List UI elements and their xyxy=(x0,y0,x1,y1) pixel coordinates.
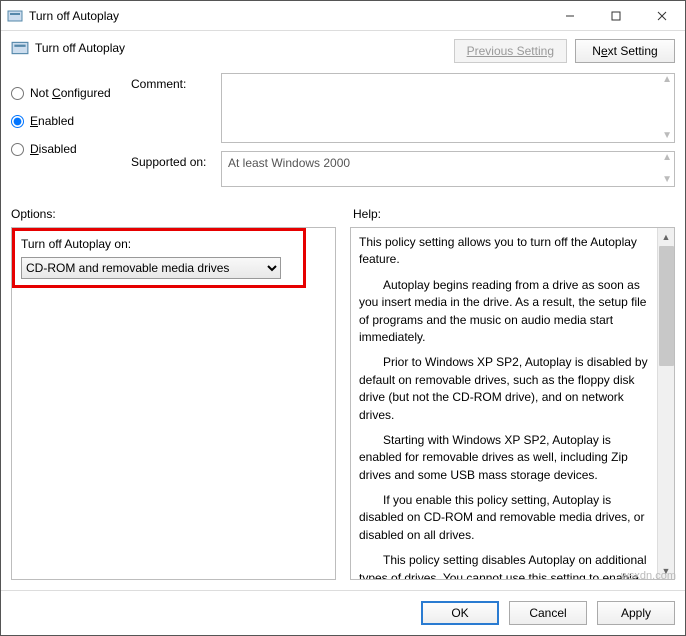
help-paragraph: Prior to Windows XP SP2, Autoplay is dis… xyxy=(359,354,649,424)
options-highlight: Turn off Autoplay on: CD-ROM and removab… xyxy=(12,228,306,288)
previous-setting-button: Previous Setting xyxy=(454,39,567,63)
autoplay-target-select[interactable]: CD-ROM and removable media drives xyxy=(21,257,281,279)
apply-button[interactable]: Apply xyxy=(597,601,675,625)
help-text: This policy setting allows you to turn o… xyxy=(351,228,657,579)
next-setting-button[interactable]: Next Setting xyxy=(575,39,675,63)
comment-label: Comment: xyxy=(131,73,221,143)
radio-disabled-label: Disabled xyxy=(30,142,77,156)
maximize-icon xyxy=(611,11,621,21)
titlebar: Turn off Autoplay xyxy=(1,1,685,31)
radio-not-configured-input[interactable] xyxy=(11,87,24,100)
radio-disabled[interactable]: Disabled xyxy=(11,135,131,163)
help-paragraph: This policy setting allows you to turn o… xyxy=(359,234,649,269)
dialog-footer: OK Cancel Apply xyxy=(1,590,685,635)
options-pane: Turn off Autoplay on: CD-ROM and removab… xyxy=(11,227,336,580)
autoplay-option-label: Turn off Autoplay on: xyxy=(21,237,297,251)
previous-setting-label: Previous Setting xyxy=(467,44,554,58)
close-button[interactable] xyxy=(639,1,685,31)
help-pane: This policy setting allows you to turn o… xyxy=(350,227,675,580)
close-icon xyxy=(657,11,667,21)
window-title: Turn off Autoplay xyxy=(29,9,547,23)
comment-textarea[interactable]: ▲▼ xyxy=(221,73,675,143)
header-row: Turn off Autoplay Previous Setting Next … xyxy=(1,31,685,73)
radio-not-configured-label: Not Configured xyxy=(30,86,111,100)
policy-icon xyxy=(7,8,23,24)
supported-label: Supported on: xyxy=(131,151,221,187)
help-paragraph: Autoplay begins reading from a drive as … xyxy=(359,277,649,347)
minimize-icon xyxy=(565,11,575,21)
scroll-down-icon[interactable]: ▼ xyxy=(658,562,674,579)
policy-title: Turn off Autoplay xyxy=(35,39,446,55)
comment-scroll[interactable]: ▲▼ xyxy=(662,76,672,140)
help-paragraph: Starting with Windows XP SP2, Autoplay i… xyxy=(359,432,649,484)
ok-button[interactable]: OK xyxy=(421,601,499,625)
minimize-button[interactable] xyxy=(547,1,593,31)
cancel-button[interactable]: Cancel xyxy=(509,601,587,625)
radio-enabled[interactable]: Enabled xyxy=(11,107,131,135)
scroll-up-icon[interactable]: ▲ xyxy=(658,228,674,245)
config-row: Not Configured Enabled Disabled Comment:… xyxy=(1,73,685,201)
supported-on-box: At least Windows 2000 ▲▼ xyxy=(221,151,675,187)
radio-disabled-input[interactable] xyxy=(11,143,24,156)
help-paragraph: This policy setting disables Autoplay on… xyxy=(359,552,649,579)
state-radios: Not Configured Enabled Disabled xyxy=(11,73,131,195)
supported-on-text: At least Windows 2000 xyxy=(228,156,350,170)
help-paragraph: If you enable this policy setting, Autop… xyxy=(359,492,649,544)
fields: Comment: ▲▼ Supported on: At least Windo… xyxy=(131,73,675,195)
supported-scroll: ▲▼ xyxy=(662,154,672,184)
maximize-button[interactable] xyxy=(593,1,639,31)
panes: Turn off Autoplay on: CD-ROM and removab… xyxy=(1,227,685,590)
radio-not-configured[interactable]: Not Configured xyxy=(11,79,131,107)
column-headers: Options: Help: xyxy=(1,201,685,227)
next-setting-label: Next Setting xyxy=(592,44,657,58)
help-header: Help: xyxy=(353,201,675,227)
help-scrollbar[interactable]: ▲ ▼ xyxy=(657,228,674,579)
scroll-thumb[interactable] xyxy=(659,246,674,366)
policy-editor-window: Turn off Autoplay Turn off Autoplay Prev… xyxy=(0,0,686,636)
radio-enabled-input[interactable] xyxy=(11,115,24,128)
policy-icon xyxy=(11,39,29,57)
radio-enabled-label: Enabled xyxy=(30,114,74,128)
options-header: Options: xyxy=(11,201,333,227)
